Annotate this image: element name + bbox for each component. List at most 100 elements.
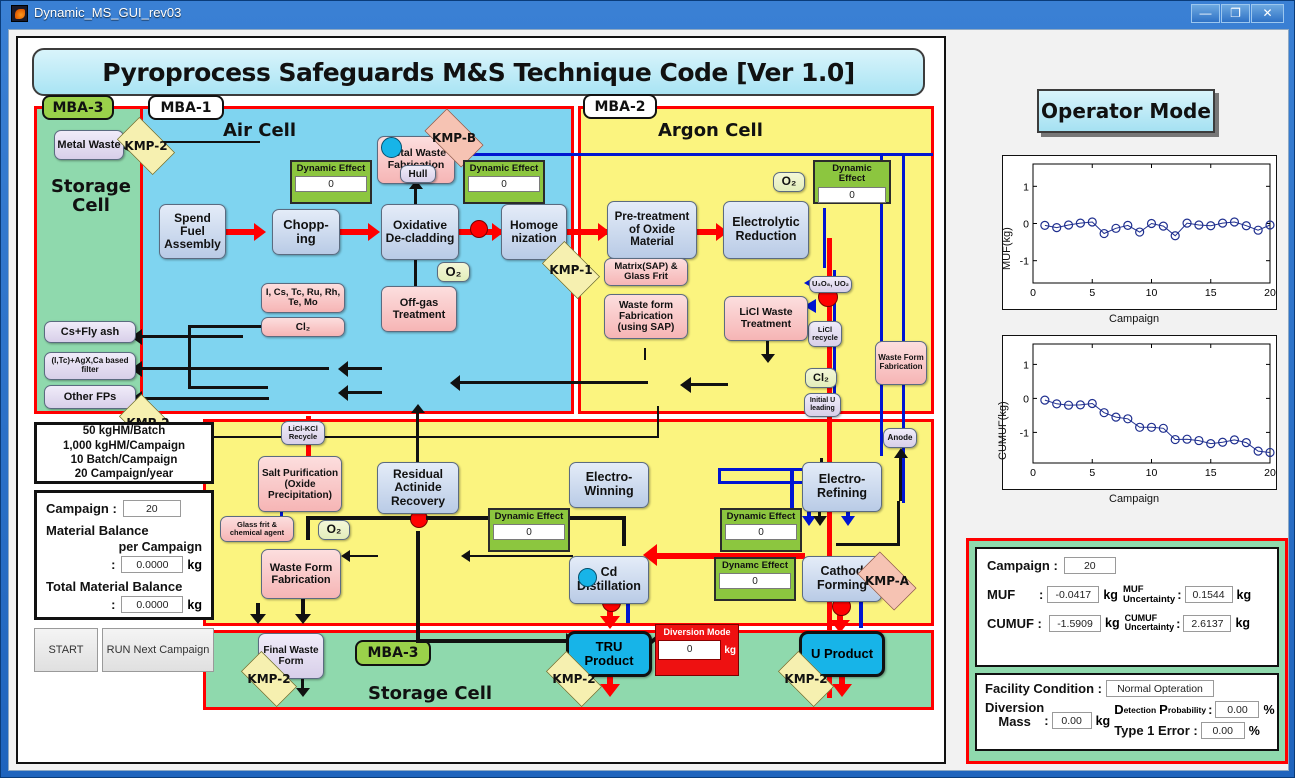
storage-cell-bottom-title: Storage Cell (368, 683, 493, 704)
box-waste-form-fabrication-bottom[interactable]: Waste Form Fabrication (261, 549, 341, 599)
edge-ra-salt (348, 555, 378, 557)
svg-text:1: 1 (1023, 359, 1029, 371)
box-o2-air[interactable]: O₂ (437, 262, 470, 282)
box-residual-actinide-recovery[interactable]: Residual Actinide Recovery (377, 462, 459, 514)
box-cl2-air[interactable]: Cl₂ (261, 317, 345, 337)
box-oxidative-decladding[interactable]: Oxidative De-cladding (381, 204, 459, 260)
junction-node-cyan-metalwaste (381, 137, 402, 158)
kmp-b[interactable]: KMP-B (418, 108, 490, 168)
svg-text:15: 15 (1205, 467, 1217, 479)
diversion-mass-value[interactable]: 0.00 (1051, 712, 1092, 729)
box-pretreatment-oxide[interactable]: Pre-treatment of Oxide Material (607, 201, 697, 259)
svg-text:10: 10 (1146, 467, 1158, 479)
kmp-a[interactable]: KMP-A (851, 551, 923, 611)
dynamic-effect-input[interactable]: 0 (719, 573, 791, 590)
arrowhead-cd-red (600, 616, 620, 629)
results-campaign-row: Campaign : 20 (987, 557, 1267, 574)
arrowhead-offgas-bottom (411, 404, 425, 413)
operator-mode-button[interactable]: Operator Mode (1037, 89, 1215, 133)
kmp-1[interactable]: KMP-1 (536, 240, 606, 300)
box-licl-recycle[interactable]: LiCl recycle (808, 321, 842, 347)
box-u3o8-uo2[interactable]: U₃O₈, UO₂ (809, 276, 852, 293)
box-electro-refining[interactable]: Electro-Refining (802, 462, 882, 512)
muf-series: 0 5 10 15 20 -1 0 1 (1020, 163, 1276, 299)
edge-er-anode (836, 543, 900, 546)
diversion-line1: Diversion (985, 700, 1045, 715)
dynamic-effect-input[interactable]: 0 (493, 524, 565, 541)
results-campaign-input[interactable]: 20 (1063, 557, 1116, 574)
run-next-campaign-button[interactable]: RUN Next Campaign (102, 628, 214, 672)
kmp-2-bottom-center[interactable]: KMP-2 (539, 650, 609, 708)
box-licl-kcl-recycle[interactable]: LiCl-KCl Recycle (281, 421, 325, 445)
dynamic-effect-2[interactable]: Dynamic Effect 0 (463, 160, 545, 204)
kmp-2-top-left[interactable]: KMP-2 (111, 116, 181, 176)
box-hull[interactable]: Hull (400, 165, 436, 183)
muf-uncertainty-value[interactable]: 0.1544 (1184, 586, 1233, 604)
detection-probability-row: D etection P robability : 0.00 % (1114, 701, 1275, 718)
maximize-button[interactable]: ❐ (1221, 4, 1250, 23)
diversion-mode-input[interactable]: 0 (658, 640, 722, 660)
dynamic-effect-input[interactable]: 0 (818, 186, 886, 203)
type-1-error-value[interactable]: 0.00 (1200, 722, 1245, 739)
box-o2-bottom[interactable]: O₂ (318, 520, 350, 540)
kmp-2-bottom-left[interactable]: KMP-2 (234, 650, 304, 708)
svg-text:15: 15 (1205, 287, 1217, 299)
kmp-label: KMP-2 (247, 672, 291, 686)
box-fp-list[interactable]: I, Cs, Tc, Ru, Rh, Te, Mo (261, 283, 345, 313)
box-electro-winning[interactable]: Electro-Winning (569, 462, 649, 508)
cumuf-value[interactable]: -1.5909 (1049, 614, 1101, 632)
diversion-line2: Mass (998, 713, 1031, 729)
dynamic-effect-4[interactable]: Dynamic Effect 0 (488, 508, 570, 552)
dynamic-effect-input[interactable]: 0 (468, 176, 540, 193)
diversion-mode-widget[interactable]: Diversion Mode 0 kg (655, 624, 739, 676)
per-campaign-value[interactable]: 0.0000 (121, 556, 184, 573)
box-waste-form-fabrication-right[interactable]: Waste Form Fabrication (875, 341, 927, 385)
close-button[interactable]: ✕ (1251, 4, 1284, 23)
colon-2: : (111, 597, 116, 612)
box-salt-purification[interactable]: Salt Purification (Oxide Precipitation) (258, 456, 342, 512)
box-offgas-treatment[interactable]: Off-gas Treatment (381, 286, 457, 332)
box-cs-fly-ash[interactable]: Cs+Fly ash (44, 321, 136, 343)
dynamic-effect-1[interactable]: Dynamic Effect 0 (290, 160, 372, 204)
kmp-label: KMP-2 (552, 672, 596, 686)
box-agx-filter[interactable]: (I,Tc)+AgX,Ca based filter (44, 352, 136, 380)
box-anode[interactable]: Anode (883, 428, 917, 448)
dynamic-effect-3[interactable]: Dynamic Effect 0 (813, 160, 891, 204)
box-waste-form-sap[interactable]: Waste form Fabrication (using SAP) (604, 294, 688, 339)
box-licl-waste-treatment[interactable]: LiCl Waste Treatment (724, 296, 808, 341)
box-cl2-argon[interactable]: Cl₂ (805, 368, 837, 388)
muf-unc-unit: kg (1236, 587, 1252, 602)
svg-text:20: 20 (1264, 287, 1276, 299)
box-matrix-sap[interactable]: Matrix(SAP) & Glass Frit (604, 258, 688, 286)
edge-to-cd (416, 639, 571, 643)
minimize-button[interactable]: — (1191, 4, 1220, 23)
box-spend-fuel-assembly[interactable]: Spend Fuel Assembly (159, 204, 226, 259)
edge-offgas-fplist (346, 367, 382, 370)
dynamic-effect-5[interactable]: Dynamic Effect 0 (720, 508, 802, 552)
detection-group: D etection P robability : 0.00 % Type 1 … (1114, 701, 1275, 739)
box-o2-argon[interactable]: O₂ (773, 172, 805, 192)
dynamic-effect-input[interactable]: 0 (725, 524, 797, 541)
edge-chopping-oxidative (340, 229, 370, 235)
box-electrolytic-reduction[interactable]: Electrolytic Reduction (723, 201, 809, 259)
campaign-input[interactable]: 20 (122, 500, 181, 517)
edge-agxfilter (139, 367, 329, 370)
cumuf-uncertainty-value[interactable]: 2.6137 (1183, 614, 1232, 632)
total-value[interactable]: 0.0000 (121, 596, 184, 613)
start-button[interactable]: START (34, 628, 98, 672)
muf-value[interactable]: -0.0417 (1047, 586, 1100, 604)
kmp-2-bottom-right[interactable]: KMP-2 (771, 650, 841, 708)
dynamic-effect-input[interactable]: 0 (295, 176, 367, 193)
dynamic-effect-label: Dynamic Effect (832, 163, 872, 185)
svg-text:1: 1 (1023, 181, 1029, 193)
svg-text:0: 0 (1023, 219, 1029, 231)
facility-condition-value[interactable]: Normal Opteration (1106, 680, 1214, 697)
edge-matrix-wasteform (644, 348, 646, 360)
box-glass-frit[interactable]: Glass frit & chemical agent (220, 516, 294, 542)
detection-probability-value[interactable]: 0.00 (1215, 701, 1260, 718)
edge-finalwasteform-left (139, 436, 659, 438)
box-chopping[interactable]: Chopp-ing (272, 209, 340, 255)
dynamic-effect-6[interactable]: Dynamc Effect 0 (714, 557, 796, 601)
cumuf-plot-svg: 0 5 10 15 20 -1 0 1 (1020, 343, 1276, 479)
box-initial-u-loading[interactable]: Initial U leading (804, 393, 841, 417)
